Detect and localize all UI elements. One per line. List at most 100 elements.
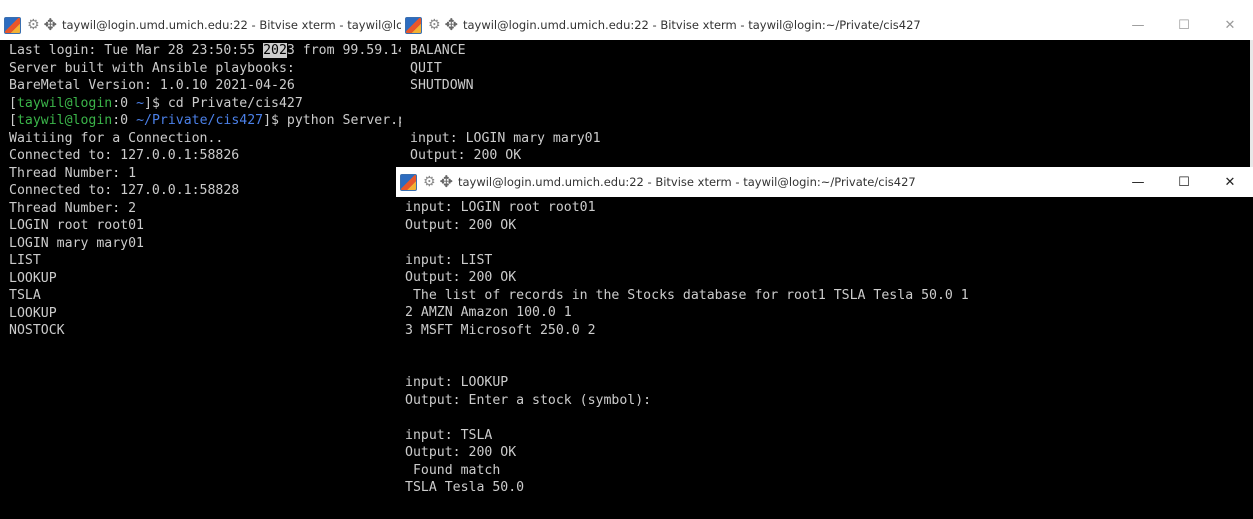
gear-icon[interactable]: ⚙ — [423, 175, 436, 189]
terminal-line: input: LOGIN mary mary01 — [410, 130, 1253, 148]
terminal-line: 2 AMZN Amazon 100.0 1 — [405, 304, 1253, 322]
title-bar[interactable]: ⚙ ✥ taywil@login.umd.umich.edu:22 - Bitv… — [0, 10, 401, 41]
terminal-line: Output: 200 OK — [405, 444, 1253, 462]
terminal-text: BareMetal Version: 1.0.10 2021-04-26 — [9, 78, 295, 93]
terminal-line: input: LIST — [405, 252, 1253, 270]
terminal-line: LOGIN mary mary01 — [9, 235, 401, 253]
terminal-line: input: TSLA — [405, 427, 1253, 445]
terminal-text: [ — [9, 95, 17, 111]
terminal-line: LOOKUP — [9, 270, 401, 288]
terminal-line: TSLA — [9, 287, 401, 305]
terminal-text: LOGIN mary mary01 — [9, 235, 144, 251]
terminal-line: QUIT — [410, 60, 1253, 78]
title-bar[interactable]: ⚙ ✥ taywil@login.umd.umich.edu:22 - Bitv… — [401, 10, 1253, 41]
close-button[interactable]: ✕ — [1207, 10, 1253, 40]
terminal-line: Output: Enter a stock (symbol): — [405, 392, 1253, 410]
terminal-window-right-top[interactable]: ⚙ ✥ taywil@login.umd.umich.edu:22 - Bitv… — [401, 10, 1253, 168]
terminal-text: LIST — [9, 253, 41, 268]
terminal-text: Found match — [405, 462, 501, 478]
terminal-text: :0 — [112, 113, 137, 128]
terminal-line: LOGIN root root01 — [9, 217, 401, 235]
terminal-text: input: LOGIN mary mary01 — [410, 130, 601, 146]
gear-icon[interactable]: ⚙ — [428, 18, 441, 32]
terminal-text: ~/Private/cis427 — [136, 113, 264, 128]
terminal-text: ~ — [136, 95, 145, 111]
bitvise-app-icon[interactable] — [4, 16, 21, 34]
terminal-line: Thread Number: 1 — [9, 165, 401, 183]
terminal-line: BareMetal Version: 1.0.10 2021-04-26 — [9, 77, 401, 95]
terminal-text: input: TSLA — [405, 427, 493, 443]
terminal-line: Last login: Tue Mar 28 23:50:55 2023 fro… — [9, 42, 401, 60]
minimize-button[interactable]: — — [1115, 10, 1161, 40]
terminal-text: :0 — [112, 95, 137, 111]
terminal-text: [ — [9, 113, 17, 128]
terminal-text: Output: 200 OK — [405, 217, 517, 233]
terminal-text: QUIT — [410, 60, 442, 76]
terminal-line: Connected to: 127.0.0.1:58826 — [9, 147, 401, 165]
move-arrows-icon[interactable]: ✥ — [440, 174, 453, 190]
terminal-output[interactable]: input: LOGIN root root01 Output: 200 OK in… — [396, 197, 1253, 519]
terminal-window-left[interactable]: ⚙ ✥ taywil@login.umd.umich.edu:22 - Bitv… — [0, 10, 401, 519]
terminal-line: input: LOGIN root root01 — [405, 199, 1253, 217]
terminal-output[interactable]: BALANCE QUIT SHUTDOWN input: LOGIN mary mar… — [401, 40, 1253, 168]
terminal-line: Found match — [405, 462, 1253, 480]
terminal-text: taywil@login — [16, 95, 113, 111]
terminal-line: TSLA Tesla 50.0 — [405, 479, 1253, 497]
window-title: taywil@login.umd.umich.edu:22 - Bitvise … — [457, 175, 916, 189]
terminal-text: Waitiing for a Connection.. — [9, 130, 224, 146]
terminal-text: TSLA Tesla 50.0 — [405, 480, 525, 495]
title-bar[interactable]: ⚙ ✥ taywil@login.umd.umich.edu:22 - Bitv… — [396, 167, 1253, 198]
terminal-line: Connected to: 127.0.0.1:58828 — [9, 182, 401, 200]
terminal-text: Server built with Ansible playbooks: — [9, 60, 295, 76]
window-title: taywil@login.umd.umich.edu:22 - Bitvise … — [462, 18, 921, 32]
maximize-button[interactable]: ☐ — [1161, 167, 1207, 197]
terminal-text: Last login: Tue Mar 28 23:50:55 — [9, 43, 264, 58]
terminal-text: 3 MSFT Microsoft 250.0 2 — [405, 322, 596, 338]
close-button[interactable]: ✕ — [1207, 167, 1253, 197]
terminal-line: 3 MSFT Microsoft 250.0 2 — [405, 322, 1253, 340]
terminal-text: Output: 200 OK — [410, 148, 522, 163]
terminal-text: Output: 200 OK — [405, 270, 517, 285]
terminal-line: SHUTDOWN — [410, 77, 1253, 95]
terminal-text: Output: Enter a stock (symbol): — [405, 392, 652, 408]
bitvise-app-icon[interactable] — [400, 173, 417, 191]
terminal-text: Connected to: 127.0.0.1:58828 — [9, 183, 240, 198]
terminal-text: 202 — [263, 43, 287, 58]
terminal-text: Output: 200 OK — [405, 445, 517, 460]
terminal-text: Thread Number: 2 — [9, 200, 137, 216]
terminal-line: LIST — [9, 252, 401, 270]
terminal-text: input: LOGIN root root01 — [405, 200, 596, 215]
terminal-text: ]$ cd Private/cis427 — [144, 95, 303, 111]
terminal-text: SHUTDOWN — [410, 78, 474, 93]
terminal-text: input: LIST — [405, 252, 493, 268]
window-title: taywil@login.umd.umich.edu:22 - Bitvise … — [61, 18, 401, 32]
gear-icon[interactable]: ⚙ — [27, 18, 40, 32]
maximize-button[interactable]: ☐ — [1161, 10, 1207, 40]
terminal-line: NOSTOCK — [9, 322, 401, 340]
terminal-text: NOSTOCK — [9, 323, 65, 338]
terminal-line: Server built with Ansible playbooks: — [9, 60, 401, 78]
minimize-button[interactable]: — — [1115, 167, 1161, 197]
terminal-text: TSLA — [9, 288, 41, 303]
terminal-output[interactable]: Last login: Tue Mar 28 23:50:55 2023 fro… — [0, 40, 401, 519]
terminal-text: LOOKUP — [9, 270, 57, 286]
terminal-text: LOOKUP — [9, 305, 57, 321]
terminal-line: Output: 200 OK — [405, 217, 1253, 235]
terminal-line: Output: 200 OK — [410, 147, 1253, 165]
move-arrows-icon[interactable]: ✥ — [445, 17, 458, 33]
terminal-line: input: LOOKUP — [405, 374, 1253, 392]
bitvise-app-icon[interactable] — [405, 16, 422, 34]
terminal-window-right-bottom[interactable]: ⚙ ✥ taywil@login.umd.umich.edu:22 - Bitv… — [396, 167, 1253, 519]
terminal-text: taywil@login — [16, 113, 113, 128]
terminal-line: The list of records in the Stocks databa… — [405, 287, 1253, 305]
terminal-text: 2 AMZN Amazon 100.0 1 — [405, 305, 572, 320]
terminal-text: BALANCE — [410, 43, 466, 58]
move-arrows-icon[interactable]: ✥ — [44, 17, 57, 33]
terminal-line: Waitiing for a Connection.. — [9, 130, 401, 148]
terminal-line: [taywil@login:0 ~/Private/cis427]$ pytho… — [9, 112, 401, 130]
